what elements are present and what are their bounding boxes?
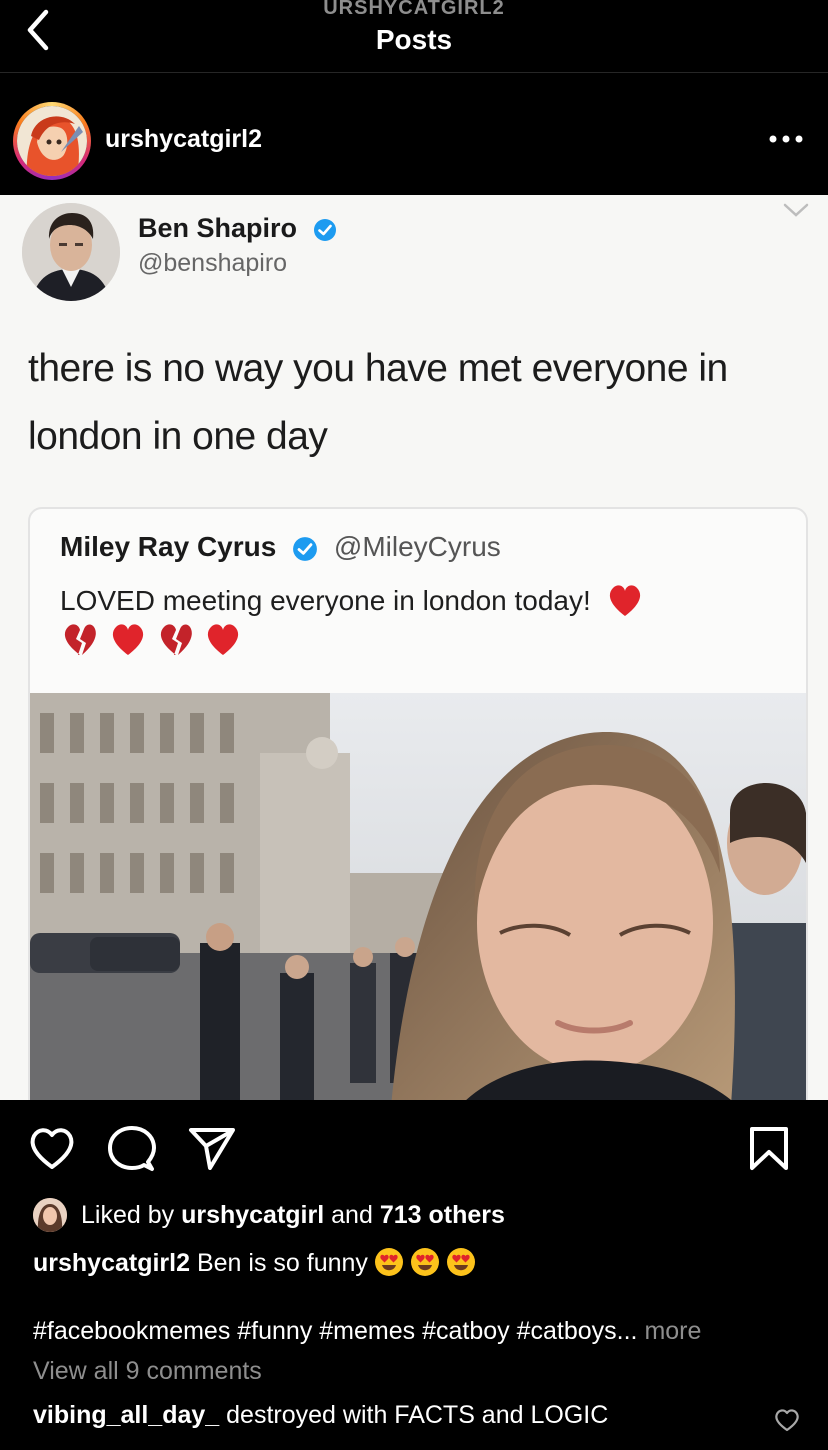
post-username[interactable]: urshycatgirl2 (105, 125, 262, 154)
red-heart-emoji-icon (609, 585, 640, 616)
tweet-author-name: Ben Shapiro (138, 213, 337, 244)
account-label: URSHYCATGIRL2 (323, 0, 505, 19)
tweet-author-handle: @benshapiro (138, 249, 288, 277)
quoted-author: Miley Ray Cyrus @MileyCyrus (60, 531, 501, 563)
caption-hashtags: #facebookmemes #funny #memes #catboy #ca… (33, 1313, 701, 1349)
broken-heart-emoji-icon (64, 624, 96, 655)
post-caption: urshycatgirl2 Ben is so funny (33, 1245, 476, 1281)
avatar (17, 106, 87, 176)
ellipsis-icon (769, 135, 803, 143)
comment-button[interactable] (108, 1126, 156, 1177)
post-header: urshycatgirl2 (0, 73, 828, 195)
chevron-down-icon (783, 203, 809, 217)
more-options-button[interactable] (766, 127, 806, 151)
tweet-avatar (22, 203, 120, 301)
likes-prefix: Liked by (81, 1200, 175, 1229)
quoted-author-name: Miley Ray Cyrus (60, 531, 277, 562)
liker-avatar (33, 1198, 67, 1232)
hashtag-list[interactable]: #facebookmemes #funny #memes #catboy #ca… (33, 1317, 638, 1345)
comment-text: destroyed with FACTS and LOGIC (226, 1401, 609, 1429)
comment-username[interactable]: vibing_all_day_ (33, 1401, 219, 1429)
post-image[interactable]: Ben Shapiro @benshapiro there is no way … (0, 195, 828, 1100)
top-comment: vibing_all_day_ destroyed with FACTS and… (33, 1401, 608, 1430)
action-bar (0, 1100, 828, 1190)
view-all-comments-link[interactable]: View all 9 comments (33, 1357, 262, 1386)
quoted-tweet-photo (30, 693, 806, 1100)
bookmark-icon (750, 1127, 788, 1170)
verified-badge-icon (313, 218, 336, 241)
tweet-author-name-text: Ben Shapiro (138, 213, 298, 243)
quoted-tweet-text: LOVED meeting everyone in london today! (60, 579, 780, 670)
top-nav: URSHYCATGIRL2 Posts (0, 0, 828, 73)
story-ring[interactable] (13, 102, 91, 180)
paper-plane-icon (189, 1128, 235, 1170)
heart-eyes-emoji-icon (410, 1248, 439, 1276)
heart-icon (30, 1128, 74, 1169)
likes-others[interactable]: 713 others (380, 1201, 505, 1230)
broken-heart-emoji-icon (160, 624, 192, 655)
more-link[interactable]: more (644, 1317, 701, 1345)
caption-text: Ben is so funny (196, 1249, 368, 1277)
liker-username[interactable]: urshycatgirl (181, 1201, 324, 1230)
save-button[interactable] (748, 1126, 790, 1177)
share-button[interactable] (188, 1126, 236, 1175)
likes-and: and (331, 1200, 373, 1229)
heart-eyes-emoji-icon (374, 1248, 403, 1276)
comment-like-button[interactable] (774, 1408, 800, 1437)
verified-badge-icon (293, 536, 318, 561)
red-heart-emoji-icon (112, 624, 143, 655)
heart-icon (775, 1409, 799, 1432)
page-title: Posts (375, 24, 453, 55)
speech-bubble-icon (108, 1126, 156, 1171)
quoted-tweet-text-content: LOVED meeting everyone in london today! (60, 585, 591, 616)
quoted-author-handle: @MileyCyrus (333, 531, 501, 562)
quoted-tweet: Miley Ray Cyrus @MileyCyrus LOVED meetin… (28, 507, 808, 1100)
heart-emoji-row (60, 621, 780, 670)
likes-summary[interactable]: Liked by urshycatgirl and 713 others (33, 1197, 505, 1233)
red-heart-emoji-icon (208, 624, 239, 655)
tweet-text: there is no way you have met everyone in… (28, 347, 728, 458)
like-button[interactable] (28, 1126, 76, 1175)
heart-eyes-emoji-icon (446, 1248, 475, 1276)
caption-username[interactable]: urshycatgirl2 (33, 1249, 190, 1277)
